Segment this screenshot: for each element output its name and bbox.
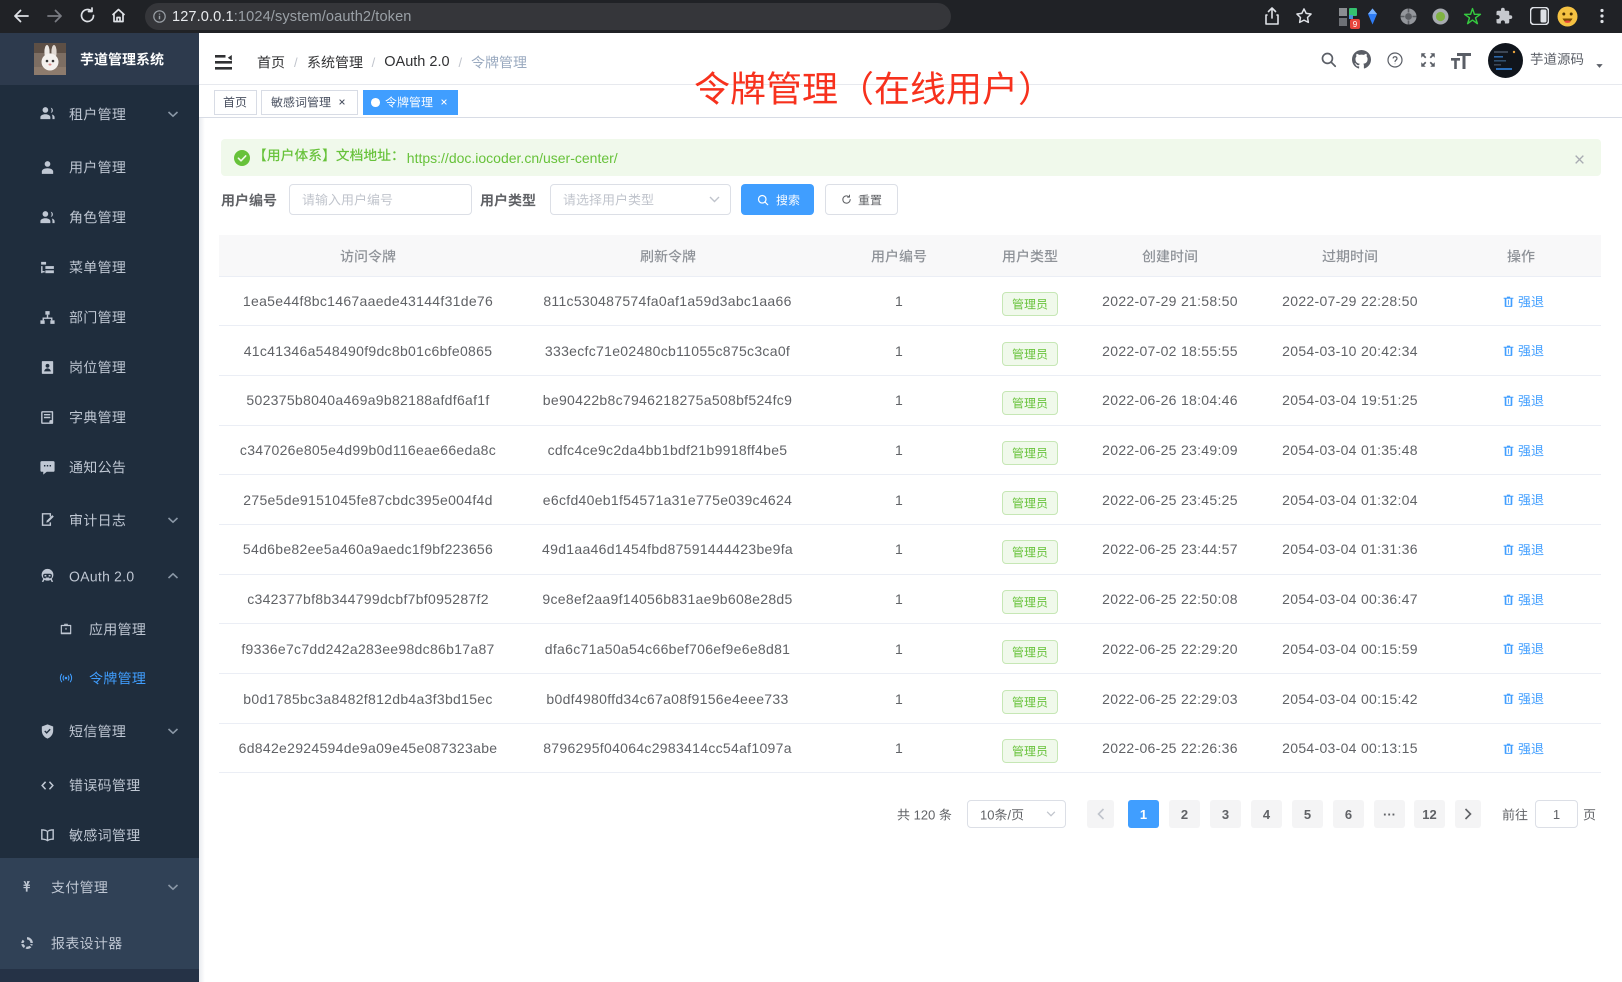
svg-text:9: 9 <box>1353 20 1358 29</box>
